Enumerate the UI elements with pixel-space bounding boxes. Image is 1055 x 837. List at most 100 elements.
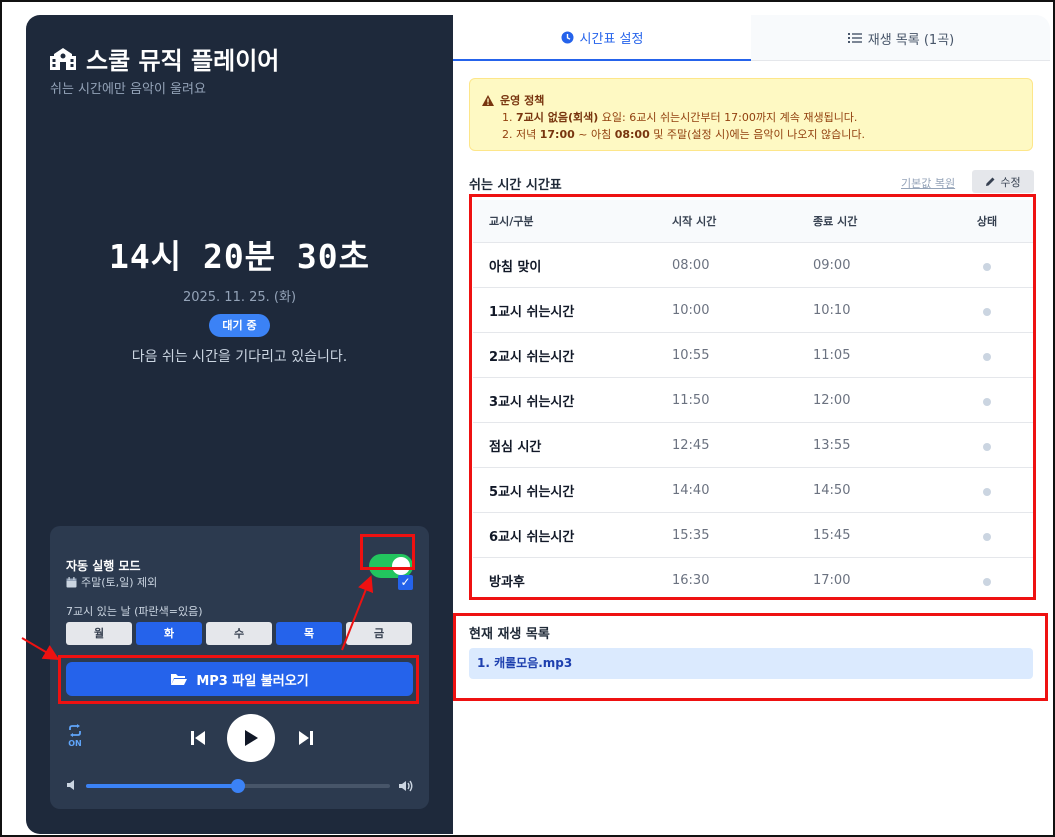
row-name: 1교시 쉬는시간: [489, 304, 575, 320]
table-row: 1교시 쉬는시간 10:00 10:10: [473, 288, 1033, 333]
row-end: 09:00: [813, 257, 851, 273]
edit-schedule-button[interactable]: 수정: [972, 170, 1034, 193]
row-end: 12:00: [813, 392, 851, 408]
screenshot-frame: 스쿨 뮤직 플레이어 쉬는 시간에만 음악이 울려요 14시 20분 30초 2…: [0, 0, 1055, 837]
repeat-toggle[interactable]: ON: [66, 724, 84, 748]
playlist-item[interactable]: 1. 캐롤모음.mp3: [469, 648, 1033, 679]
day-button-tue[interactable]: 화: [136, 622, 202, 645]
status-badge: 대기 중: [209, 314, 270, 337]
row-name: 5교시 쉬는시간: [489, 484, 575, 500]
row-end: 14:50: [813, 482, 851, 498]
table-row: 점심 시간 12:45 13:55: [473, 423, 1033, 468]
volume-high-icon: [399, 780, 413, 792]
status-dot: [983, 532, 991, 541]
row-name: 3교시 쉬는시간: [489, 394, 575, 410]
policy-title-text: 운영 정책: [500, 94, 545, 107]
load-mp3-label: MP3 파일 불러오기: [196, 673, 309, 689]
row-end: 15:45: [813, 527, 851, 543]
playlist-title: 현재 재생 목록: [469, 627, 550, 642]
status-dot: [983, 487, 991, 496]
row-start: 15:35: [672, 527, 710, 543]
row-start: 11:50: [672, 392, 710, 408]
app-window: 스쿨 뮤직 플레이어 쉬는 시간에만 음악이 울려요 14시 20분 30초 2…: [26, 15, 1050, 834]
day-button-thu[interactable]: 목: [276, 622, 342, 645]
tab-schedule[interactable]: 시간표 설정: [453, 15, 751, 61]
table-row: 6교시 쉬는시간 15:35 15:45: [473, 513, 1033, 558]
day-button-wed[interactable]: 수: [206, 622, 272, 645]
policy-line-2: 2. 저녁 17:00 ~ 아침 08:00 및 주말(설정 시)에는 음악이 …: [502, 126, 865, 142]
schedule-title: 쉬는 시간 시간표: [469, 178, 562, 193]
row-start: 08:00: [672, 257, 710, 273]
edit-schedule-label: 수정: [1000, 175, 1021, 189]
header-status: 상태: [976, 215, 998, 228]
policy-line-1: 1. 7교시 없음(회색) 요일: 6교시 쉬는시간부터 17:00까지 계속 …: [502, 109, 857, 125]
row-end: 13:55: [813, 437, 851, 453]
status-dot: [983, 397, 991, 406]
load-mp3-button[interactable]: MP3 파일 불러오기: [66, 662, 413, 696]
row-name: 6교시 쉬는시간: [489, 529, 575, 545]
row-status: [941, 436, 1033, 455]
repeat-label: ON: [68, 739, 82, 748]
header-end: 종료 시간: [813, 215, 858, 228]
auto-mode-label: 자동 실행 모드: [66, 559, 141, 573]
status-dot: [983, 307, 991, 316]
table-header: 교시/구분 시작 시간 종료 시간 상태: [473, 200, 1033, 243]
schedule-table: 교시/구분 시작 시간 종료 시간 상태 아침 맞이 08:00 09:00 1교시…: [473, 200, 1033, 603]
row-start: 10:55: [672, 347, 710, 363]
row-name: 방과후: [489, 575, 525, 590]
warning-icon: [482, 94, 494, 106]
clock-icon: [561, 31, 574, 43]
row-end: 17:00: [813, 573, 851, 588]
policy-line-1-rest: 요일: 6교시 쉬는시간부터 17:00까지 계속 재생됩니다.: [598, 111, 858, 124]
weekend-exclude-label: 주말(토,일) 제외: [81, 576, 158, 589]
tab-playlist[interactable]: 재생 목록 (1곡): [752, 15, 1050, 61]
status-message: 다음 쉬는 시간을 기다리고 있습니다.: [131, 349, 348, 365]
policy-line-2-bold-end: 08:00: [614, 128, 650, 141]
play-button[interactable]: [227, 714, 275, 762]
clock-display: 14시 20분 30초: [108, 237, 371, 276]
table-row: 3교시 쉬는시간 11:50 12:00: [473, 378, 1033, 423]
next-track-icon[interactable]: [298, 730, 314, 746]
volume-knob[interactable]: [231, 779, 245, 793]
status-dot: [983, 442, 991, 451]
row-name: 2교시 쉬는시간: [489, 349, 575, 365]
previous-track-icon[interactable]: [190, 730, 206, 746]
day-selector: 월 화 수 목 금: [66, 622, 412, 645]
status-dot: [983, 262, 991, 271]
date-display: 2025. 11. 25. (화): [182, 290, 297, 305]
seven-period-label: 7교시 있는 날 (파란색=있음): [66, 605, 203, 618]
weekend-exclude-checkbox[interactable]: ✓: [398, 575, 413, 590]
row-status: [941, 346, 1033, 365]
list-icon: [847, 33, 862, 43]
repeat-icon: [69, 724, 81, 737]
row-status: [941, 481, 1033, 500]
tab-bar: 시간표 설정 재생 목록 (1곡): [453, 15, 1050, 61]
row-status: [941, 571, 1033, 590]
row-end: 10:10: [813, 302, 851, 318]
day-button-fri[interactable]: 금: [346, 622, 412, 645]
status-dot: [983, 352, 991, 361]
volume-fill: [86, 784, 238, 788]
header-start: 시작 시간: [672, 215, 717, 228]
row-end: 11:05: [813, 347, 851, 363]
table-row: 방과후 16:30 17:00: [473, 558, 1033, 603]
school-icon: [50, 47, 76, 70]
row-start: 14:40: [672, 482, 710, 498]
settings-panel: 시간표 설정 재생 목록 (1곡) 운영 정책 1. 7교시 없음(회색) 요일…: [453, 15, 1050, 834]
row-start: 16:30: [672, 573, 710, 588]
tab-schedule-label: 시간표 설정: [579, 31, 644, 47]
status-dot: [983, 578, 991, 586]
policy-line-1-prefix: 1.: [502, 111, 516, 124]
row-name: 점심 시간: [489, 439, 542, 455]
policy-notice: 운영 정책 1. 7교시 없음(회색) 요일: 6교시 쉬는시간부터 17:00…: [469, 78, 1033, 151]
row-status: [941, 256, 1033, 275]
control-panel: 자동 실행 모드 주말(토,일) 제외 ✓ 7교시 있는 날 (파란색=있음) …: [50, 526, 429, 809]
reset-defaults-link[interactable]: 기본값 복원: [901, 175, 955, 191]
row-start: 10:00: [672, 302, 710, 318]
app-title: 스쿨 뮤직 플레이어: [48, 41, 279, 76]
policy-line-2-mid: ~ 아침: [574, 128, 615, 141]
day-button-mon[interactable]: 월: [66, 622, 132, 645]
volume-slider[interactable]: [86, 779, 390, 793]
pencil-icon: [986, 177, 995, 186]
policy-line-2-rest: 및 주말(설정 시)에는 음악이 나오지 않습니다.: [649, 128, 865, 141]
